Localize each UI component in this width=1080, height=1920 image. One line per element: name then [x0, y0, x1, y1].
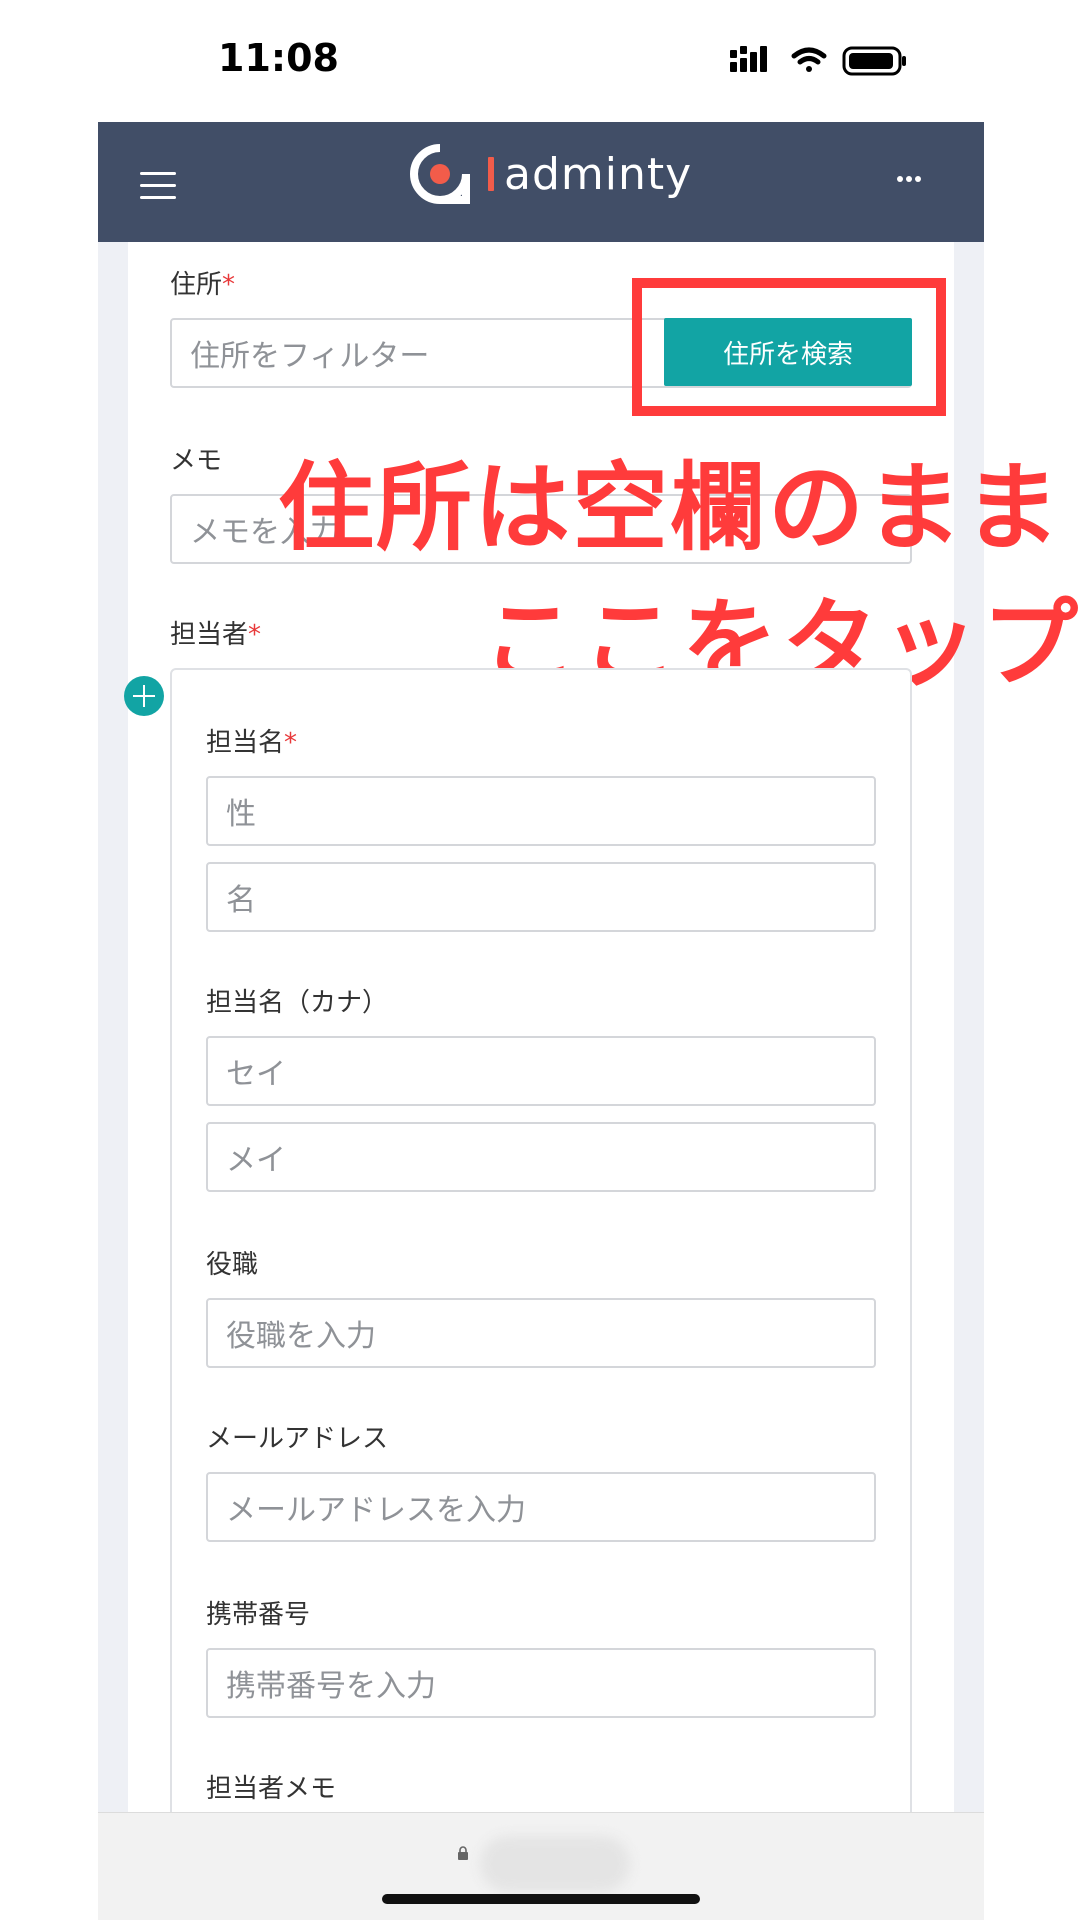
contact-memo-label: 担当者メモ — [206, 1774, 337, 1804]
logo-mark-icon — [410, 144, 470, 204]
status-time: 11:08 — [218, 36, 339, 80]
top-navbar: adminty — [98, 122, 984, 242]
contact-kana-label: 担当名（カナ） — [206, 988, 389, 1018]
annotation-highlight-box — [632, 278, 946, 416]
last-kana-placeholder: セイ — [226, 1057, 286, 1092]
email-placeholder: メールアドレスを入力 — [226, 1493, 526, 1528]
address-filter-placeholder: 住所をフィルター — [190, 339, 430, 374]
job-title-label: 役職 — [206, 1250, 259, 1280]
contact-name-label: 担当名* — [206, 728, 298, 758]
job-title-input[interactable]: 役職を入力 — [206, 1298, 876, 1368]
add-contact-icon[interactable] — [124, 676, 164, 716]
logo-text: adminty — [504, 148, 693, 200]
status-icons — [730, 46, 906, 76]
mobile-label: 携帯番号 — [206, 1600, 311, 1630]
contact-label: 担当者* — [170, 620, 262, 650]
first-name-placeholder: 名 — [226, 883, 256, 918]
more-options-icon[interactable] — [896, 172, 922, 186]
contact-last-name-input[interactable]: 性 — [206, 776, 876, 846]
home-indicator — [382, 1894, 700, 1904]
cellular-signal-icon — [730, 46, 767, 72]
mobile-placeholder: 携帯番号を入力 — [226, 1669, 436, 1704]
annotation-line-1: 住所は空欄のまま — [278, 452, 1062, 564]
lock-icon — [458, 1846, 468, 1860]
email-input[interactable]: メールアドレスを入力 — [206, 1472, 876, 1542]
menu-icon[interactable] — [140, 172, 176, 200]
memo-label: メモ — [170, 446, 223, 476]
wifi-icon — [791, 47, 827, 72]
mobile-input[interactable]: 携帯番号を入力 — [206, 1648, 876, 1718]
email-label: メールアドレス — [206, 1424, 389, 1454]
battery-icon — [842, 46, 906, 76]
contact-first-kana-input[interactable]: メイ — [206, 1122, 876, 1192]
address-label: 住所* — [170, 270, 236, 300]
contact-last-kana-input[interactable]: セイ — [206, 1036, 876, 1106]
status-bar: 11:08 — [0, 0, 1080, 122]
last-name-placeholder: 性 — [226, 797, 256, 832]
logo-divider — [488, 157, 494, 191]
app-logo[interactable]: adminty — [410, 142, 692, 206]
first-kana-placeholder: メイ — [226, 1143, 286, 1178]
job-title-placeholder: 役職を入力 — [226, 1319, 376, 1354]
contact-first-name-input[interactable]: 名 — [206, 862, 876, 932]
url-field[interactable] — [480, 1836, 630, 1892]
